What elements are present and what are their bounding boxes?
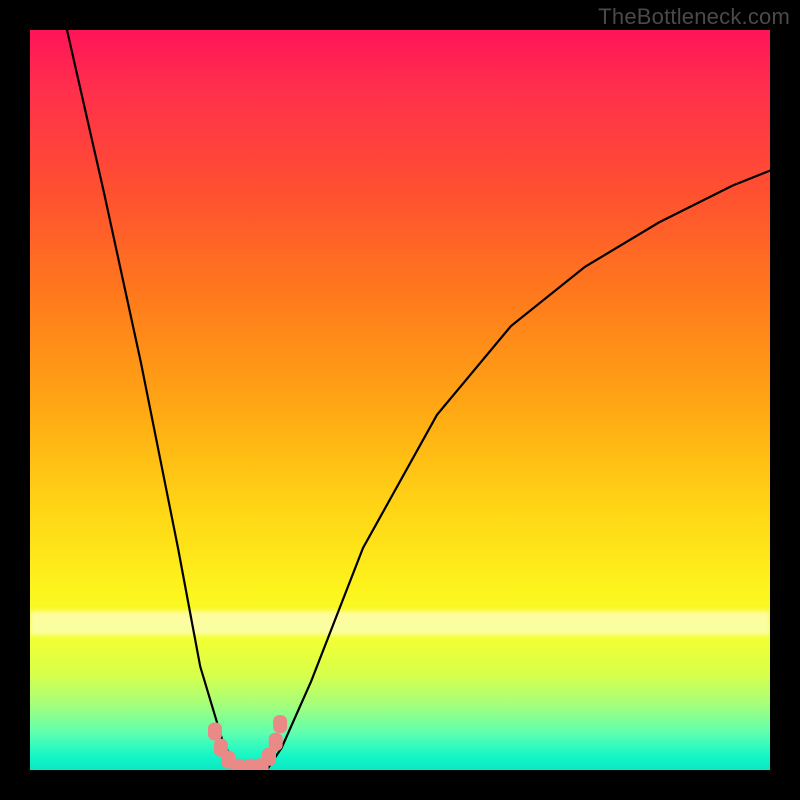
plot-area [30,30,770,770]
valley-marker [208,723,222,741]
valley-markers [30,30,770,770]
chart-frame: TheBottleneck.com [0,0,800,800]
valley-marker [269,733,283,751]
valley-marker [273,715,287,733]
watermark-text: TheBottleneck.com [598,4,790,30]
